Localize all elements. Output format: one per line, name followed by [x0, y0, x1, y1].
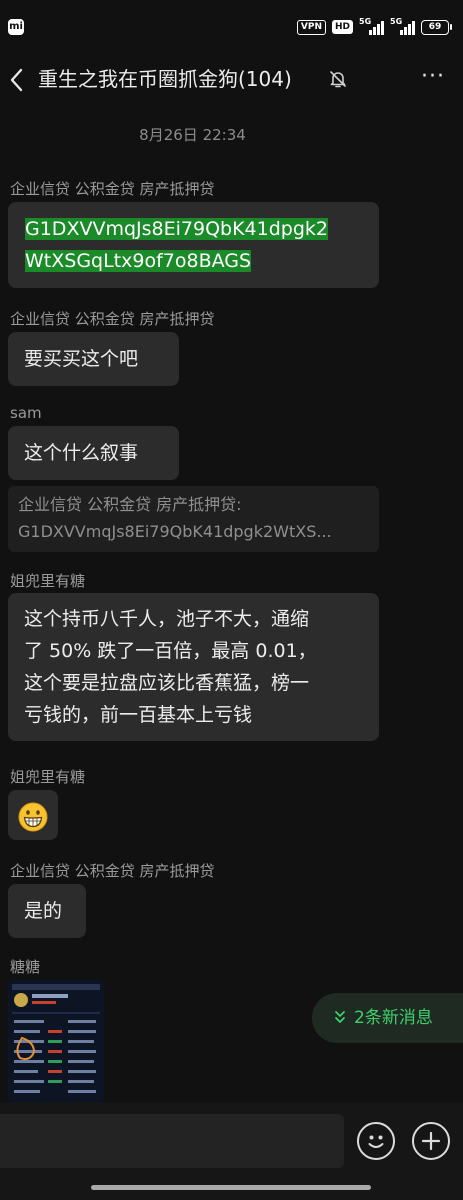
plus-circle-icon — [421, 1131, 441, 1151]
plus-button[interactable] — [412, 1122, 450, 1160]
double-chevron-down-icon — [335, 1011, 345, 1023]
message-text: 这个要是拉盘应该比香蕉猛，榜一 — [24, 672, 310, 694]
message-text: 是的 — [24, 900, 63, 922]
grinning-emoji-icon — [18, 802, 48, 831]
image-message-thumbnail[interactable] — [8, 980, 104, 1102]
message-bubble[interactable]: 这个什么叙事 — [8, 426, 179, 480]
more-options-button[interactable]: ··· — [421, 66, 445, 88]
sender-name: 企业信贷 公积金贷 房产抵押贷 — [10, 310, 215, 328]
quote-text: G1DXVVmqJs8Ei79QbK41dpgk2WtXS... — [18, 522, 332, 541]
sender-name: 姐兜里有糖 — [10, 572, 86, 590]
battery-icon: 69 — [421, 19, 452, 35]
sender-name: 企业信贷 公积金贷 房产抵押贷 — [10, 862, 215, 880]
message-text: 了 50% 跌了一百倍，最高 0.01， — [24, 640, 317, 662]
emoji-button[interactable] — [357, 1122, 395, 1160]
status-indicators: VPN HD 5G 5G 69 — [296, 17, 452, 37]
quote-sender: 企业信贷 公积金贷 房产抵押贷: — [18, 495, 242, 514]
new-messages-button[interactable]: 2条新消息 — [312, 993, 463, 1043]
message-bubble[interactable]: 要买买这个吧 — [8, 332, 179, 386]
message-timestamp: 8月26日 22:34 — [139, 126, 246, 144]
mi-logo: mi — [8, 19, 24, 35]
message-bubble[interactable]: G1DXVVmqJs8Ei79QbK41dpgk2 WtXSGqLtx9of7o… — [8, 202, 379, 288]
sender-name: 糖糖 — [10, 958, 41, 976]
message-bubble[interactable]: 是的 — [8, 884, 86, 938]
back-button[interactable] — [10, 64, 24, 99]
sender-name: sam — [10, 404, 42, 422]
message-bubble[interactable] — [8, 790, 58, 840]
selected-text[interactable]: G1DXVVmqJs8Ei79QbK41dpgk2 — [25, 218, 328, 240]
message-text: 要买买这个吧 — [24, 348, 139, 370]
selected-text[interactable]: WtXSGqLtx9of7o8BAGS — [25, 250, 252, 272]
home-indicator[interactable] — [91, 1185, 371, 1190]
trading-chart-image — [8, 980, 104, 1102]
message-text: 这个持币八千人，池子不大，通缩 — [24, 608, 310, 630]
new-messages-label: 2条新消息 — [354, 1008, 433, 1028]
sender-name: 姐兜里有糖 — [10, 768, 86, 786]
status-bar: mi VPN HD 5G 5G 69 — [0, 0, 463, 52]
smiley-icon — [368, 1135, 384, 1148]
chevron-left-icon — [10, 68, 23, 92]
message-bubble[interactable]: 这个持币八千人，池子不大，通缩 了 50% 跌了一百倍，最高 0.01， 这个要… — [8, 593, 379, 741]
vpn-indicator: VPN — [296, 19, 326, 35]
message-text: 亏钱的，前一百基本上亏钱 — [24, 704, 253, 726]
quoted-message[interactable]: 企业信贷 公积金贷 房产抵押贷: G1DXVVmqJs8Ei79QbK41dpg… — [8, 486, 379, 552]
signal-icon: 5G — [390, 17, 415, 35]
chat-title: 重生之我在币圈抓金狗(104) — [38, 67, 292, 91]
signal-icon: 5G — [359, 17, 384, 35]
chat-header: 重生之我在币圈抓金狗(104) ··· — [0, 52, 463, 108]
bell-off-icon — [330, 71, 346, 88]
message-text: 这个什么叙事 — [24, 442, 139, 464]
message-input[interactable] — [0, 1114, 344, 1168]
sender-name: 企业信贷 公积金贷 房产抵押贷 — [10, 180, 215, 198]
hd-indicator: HD — [331, 20, 353, 34]
